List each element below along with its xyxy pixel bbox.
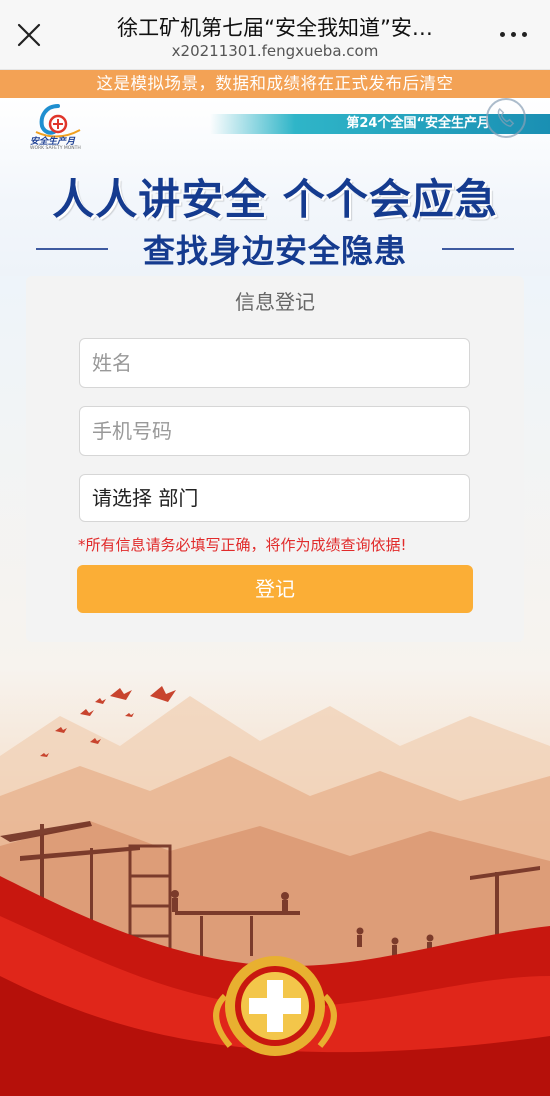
department-select[interactable]: 请选择 部门 — [79, 474, 470, 522]
page-url: x20211301.fengxueba.com — [171, 42, 379, 60]
form-warning: *所有信息请务必填写正确，将作为成绩查询依据! — [78, 536, 407, 554]
phone-icon — [486, 98, 526, 138]
more-icon — [500, 32, 505, 37]
close-icon — [17, 23, 41, 47]
close-button[interactable] — [14, 20, 44, 50]
more-button[interactable] — [500, 24, 528, 44]
slogan-divider-right — [442, 248, 514, 250]
name-input[interactable] — [79, 338, 470, 388]
phone-input[interactable] — [79, 406, 470, 456]
form-title: 信息登记 — [235, 290, 315, 314]
banner: 第24个全国“安全生产月 安全生产月 WORK SAFETY MONTH 人人讲… — [0, 98, 550, 276]
logo-subtext: WORK SAFETY MONTH — [30, 146, 81, 151]
registration-card: 信息登记 请选择 部门 *所有信息请务必填写正确，将作为成绩查询依据! 登记 — [26, 276, 524, 642]
simulation-notice: 这是模拟场景，数据和成绩将在正式发布后清空 — [0, 70, 550, 98]
slogan-main: 人人讲安全 个个会应急 — [52, 175, 498, 224]
browser-top-bar: 徐工矿机第七届“安全我知道”安… x20211301.fengxueba.com — [0, 0, 550, 70]
register-button[interactable]: 登记 — [77, 565, 473, 613]
page-title: 徐工矿机第七届“安全我知道”安… — [117, 16, 433, 40]
banner-ribbon-text: 第24个全国“安全生产月 — [346, 116, 490, 131]
